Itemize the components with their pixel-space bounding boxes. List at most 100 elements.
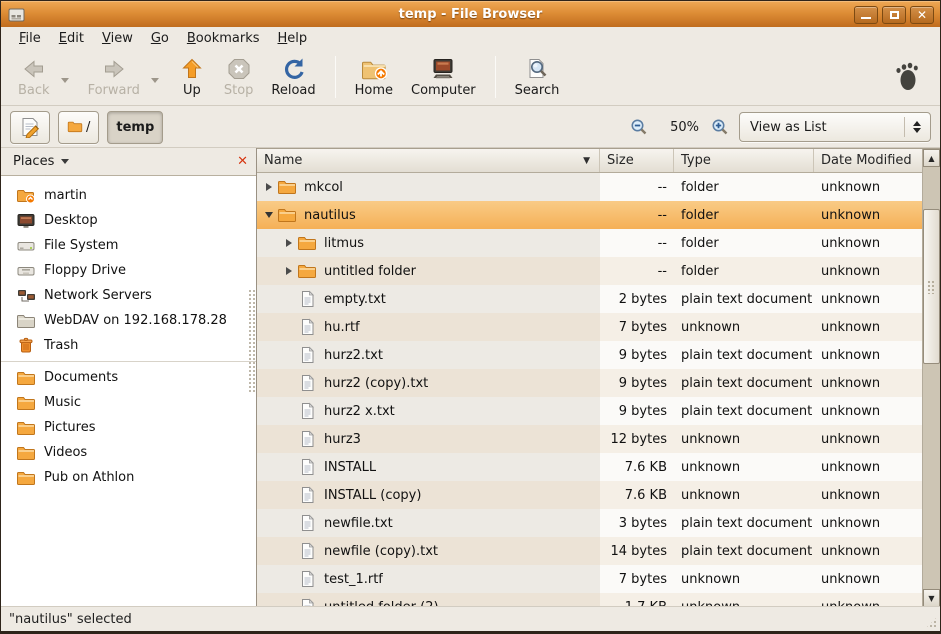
menu-help[interactable]: Help [270,29,316,48]
sidebar-item-label: Network Servers [44,288,152,303]
table-row[interactable]: untitled folder (2)1.7 KBunknownunknown [257,593,922,607]
sidebar-places-selector[interactable]: Places ✕ [1,148,256,176]
zoom-in-button[interactable] [711,118,729,136]
view-mode-select[interactable]: View as List [739,112,931,142]
cell-name: newfile.txt [257,509,600,537]
table-row[interactable]: litmus--folderunknown [257,229,922,257]
sidebar-item-martin[interactable]: martin [1,183,256,208]
menu-go[interactable]: Go [143,29,177,48]
column-header-modified[interactable]: Date Modified [814,149,922,172]
folder-icon [276,179,298,195]
sidebar-item-trash[interactable]: Trash [1,333,256,358]
pane-resize-grip[interactable] [248,289,256,393]
table-row[interactable]: hurz2 x.txt9 bytesplain text documentunk… [257,397,922,425]
file-name: litmus [324,236,364,251]
sidebar-item-documents[interactable]: Documents [1,365,256,390]
column-header-name[interactable]: Name ▼ [257,149,600,172]
cell-size: 7.6 KB [600,453,674,481]
gnome-foot-icon [894,61,920,93]
computer-button[interactable]: Computer [402,53,485,101]
up-button[interactable]: Up [169,53,215,101]
file-name: nautilus [304,208,356,223]
close-sidebar-button[interactable]: ✕ [237,155,248,168]
cell-date: unknown [814,565,922,593]
sidebar-item-videos[interactable]: Videos [1,440,256,465]
cell-date: unknown [814,369,922,397]
scrollbar-thumb[interactable] [923,209,940,364]
cell-name: hurz2 x.txt [257,397,600,425]
table-row[interactable]: INSTALL7.6 KBunknownunknown [257,453,922,481]
edit-location-button[interactable] [10,111,50,144]
sidebar-item-label: Music [44,395,81,410]
table-row[interactable]: newfile.txt3 bytesplain text documentunk… [257,509,922,537]
table-row[interactable]: untitled folder--folderunknown [257,257,922,285]
cell-type: folder [674,201,814,229]
vertical-scrollbar[interactable]: ▲ ▼ [922,149,940,607]
stop-button[interactable]: Stop [215,53,263,101]
sidebar-item-pictures[interactable]: Pictures [1,415,256,440]
menu-bookmarks[interactable]: Bookmarks [179,29,268,48]
home-button[interactable]: Home [346,53,402,101]
sidebar-item-network-servers[interactable]: Network Servers [1,283,256,308]
path-button-temp[interactable]: temp [107,111,163,144]
cell-name: empty.txt [257,285,600,313]
cell-type: folder [674,229,814,257]
network-icon [16,287,36,305]
sidebar-item-label: Videos [44,445,87,460]
expander-expanded-icon[interactable] [261,212,276,218]
menu-file[interactable]: File [11,29,49,48]
sidebar-item-file-system[interactable]: File System [1,233,256,258]
menu-view[interactable]: View [94,29,141,48]
table-row[interactable]: empty.txt2 bytesplain text documentunkno… [257,285,922,313]
sidebar-item-floppy-drive[interactable]: Floppy Drive [1,258,256,283]
close-button[interactable]: ✕ [910,6,934,24]
expander-collapsed-icon[interactable] [281,239,296,247]
table-row[interactable]: hurz2.txt9 bytesplain text documentunkno… [257,341,922,369]
sidebar: Places ✕ martinDesktopFile SystemFloppy … [1,148,257,607]
cell-size: -- [600,173,674,201]
path-button-root[interactable]: / [58,111,99,144]
cell-type: plain text document [674,341,814,369]
table-row[interactable]: mkcol--folderunknown [257,173,922,201]
toolbar-group-computer: Computer [402,53,485,101]
file-name: newfile (copy).txt [324,544,438,559]
sidebar-item-pub-on-athlon[interactable]: Pub on Athlon [1,465,256,490]
sidebar-item-desktop[interactable]: Desktop [1,208,256,233]
maximize-button[interactable] [882,6,906,24]
table-row[interactable]: newfile (copy).txt14 bytesplain text doc… [257,537,922,565]
forward-icon [101,56,127,82]
sidebar-item-webdav-on-192-168-178-28[interactable]: WebDAV on 192.168.178.28 [1,308,256,333]
back-button[interactable]: Back [9,53,59,101]
up-icon [179,56,205,82]
status-bar: "nautilus" selected [1,606,940,631]
forward-history-dropdown[interactable] [151,78,159,83]
search-button[interactable]: Search [506,53,569,101]
forward-button[interactable]: Forward [79,53,149,101]
expander-collapsed-icon[interactable] [261,183,276,191]
path-root-label: / [86,120,90,135]
table-row[interactable]: hurz312 bytesunknownunknown [257,425,922,453]
scroll-up-button[interactable]: ▲ [923,149,940,167]
sort-indicator-icon: ▼ [583,156,592,166]
table-row[interactable]: test_1.rtf7 bytesunknownunknown [257,565,922,593]
back-history-dropdown[interactable] [61,78,69,83]
folder-icon [16,469,36,487]
table-row[interactable]: INSTALL (copy)7.6 KBunknownunknown [257,481,922,509]
toolbar-label: Reload [271,83,315,98]
column-header-type[interactable]: Type [674,149,814,172]
titlebar[interactable]: temp - File Browser ✕ [1,1,940,27]
reload-button[interactable]: Reload [262,53,324,101]
menu-edit[interactable]: Edit [51,29,92,48]
zoom-out-button[interactable] [630,118,648,136]
table-row[interactable]: hu.rtf7 bytesunknownunknown [257,313,922,341]
column-label: Name [264,153,302,168]
expander-collapsed-icon[interactable] [281,267,296,275]
table-row[interactable]: hurz2 (copy).txt9 bytesplain text docume… [257,369,922,397]
column-header-size[interactable]: Size [600,149,674,172]
divider [904,117,905,137]
window-resize-grip[interactable] [925,616,938,629]
table-row[interactable]: nautilus--folderunknown [257,201,922,229]
minimize-button[interactable] [854,6,878,24]
sidebar-item-music[interactable]: Music [1,390,256,415]
scroll-down-button[interactable]: ▼ [923,589,940,607]
